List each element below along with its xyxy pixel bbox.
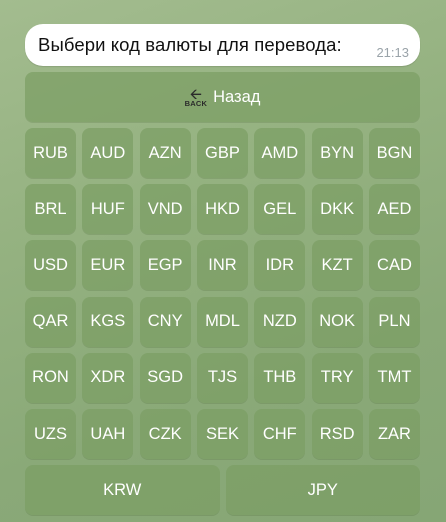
currency-button-huf[interactable]: HUF [82, 184, 134, 235]
currency-button-label: KGS [90, 312, 126, 331]
currency-button-label: GEL [263, 199, 297, 218]
message-time: 21:13 [376, 45, 409, 60]
currency-button-idr[interactable]: IDR [254, 240, 306, 291]
currency-button-label: NZD [262, 312, 297, 331]
currency-button-nok[interactable]: NOK [311, 296, 363, 347]
currency-button-sek[interactable]: SEK [196, 409, 248, 459]
currency-button-hkd[interactable]: HKD [196, 184, 248, 235]
chat-area: Выбери код валюты для перевода: 21:13 🡨 … [0, 0, 446, 522]
currency-button-czk[interactable]: CZK [139, 409, 191, 459]
currency-button-cny[interactable]: CNY [139, 296, 191, 347]
back-icon-text: BACK [184, 98, 208, 108]
currency-button-bgn[interactable]: BGN [368, 128, 420, 178]
currency-button-label: EGP [147, 255, 183, 274]
currency-button-label: BYN [320, 143, 355, 162]
currency-button-label: QAR [32, 312, 69, 331]
currency-button-label: DKK [320, 199, 355, 218]
currency-button-rsd[interactable]: RSD [311, 409, 363, 459]
message-text: Выбери код валюты для перевода: [38, 34, 342, 55]
currency-button-label: EUR [90, 255, 126, 274]
currency-button-label: UZS [34, 424, 67, 443]
currency-button-label: TRY [320, 368, 354, 387]
currency-button-usd[interactable]: USD [25, 240, 76, 291]
currency-button-dkk[interactable]: DKK [311, 184, 363, 235]
currency-button-label: HKD [205, 199, 240, 218]
currency-button-pln[interactable]: PLN [368, 296, 420, 347]
currency-button-brl[interactable]: BRL [25, 184, 76, 235]
currency-button-uah[interactable]: UAH [82, 409, 134, 459]
currency-button-label: MDL [205, 312, 240, 331]
currency-button-chf[interactable]: CHF [254, 409, 306, 459]
currency-button-label: PLN [378, 312, 411, 331]
currency-button-label: RUB [33, 143, 68, 162]
currency-button-aud[interactable]: AUD [82, 128, 134, 178]
currency-button-cad[interactable]: CAD [368, 240, 420, 291]
currency-button-label: BRL [34, 199, 67, 218]
currency-button-thb[interactable]: THB [254, 352, 306, 403]
currency-button-tmt[interactable]: TMT [368, 352, 420, 403]
currency-button-azn[interactable]: AZN [139, 128, 191, 178]
bot-message: Выбери код валюты для перевода: 21:13 [25, 24, 420, 66]
currency-button-ron[interactable]: RON [25, 352, 76, 403]
currency-button-label: RON [32, 368, 69, 387]
currency-button-qar[interactable]: QAR [25, 296, 76, 347]
currency-button-label: CNY [147, 312, 183, 331]
currency-button-egp[interactable]: EGP [139, 240, 191, 291]
currency-button-label: CHF [262, 424, 297, 443]
currency-button-aed[interactable]: AED [368, 184, 420, 235]
currency-button-vnd[interactable]: VND [139, 184, 191, 235]
currency-button-xdr[interactable]: XDR [82, 352, 134, 403]
currency-button-try[interactable]: TRY [311, 352, 363, 403]
currency-button-kzt[interactable]: KZT [311, 240, 363, 291]
currency-button-label: UAH [90, 424, 126, 443]
currency-button-label: CAD [377, 255, 412, 274]
currency-button-krw[interactable]: KRW [25, 465, 220, 516]
currency-button-label: AZN [148, 143, 182, 162]
currency-button-label: ZAR [377, 424, 411, 443]
currency-button-label: AED [377, 199, 412, 218]
currency-button-label: THB [263, 368, 297, 387]
currency-button-jpy[interactable]: JPY [225, 465, 420, 516]
currency-button-label: TJS [207, 368, 238, 387]
currency-button-label: GBP [205, 143, 240, 162]
currency-button-uzs[interactable]: UZS [25, 409, 76, 459]
currency-button-gbp[interactable]: GBP [196, 128, 248, 178]
currency-button-byn[interactable]: BYN [311, 128, 363, 178]
currency-button-gel[interactable]: GEL [254, 184, 306, 235]
currency-button-label: AMD [261, 143, 299, 162]
currency-button-rub[interactable]: RUB [25, 128, 76, 178]
currency-button-nzd[interactable]: NZD [254, 296, 306, 347]
currency-button-label: CZK [148, 424, 182, 443]
currency-button-sgd[interactable]: SGD [139, 352, 191, 403]
currency-button-label: USD [33, 255, 68, 274]
back-button[interactable]: 🡨 BACK Назад [25, 72, 420, 122]
currency-button-label: NOK [319, 312, 356, 331]
currency-button-label: INR [208, 255, 237, 274]
currency-button-tjs[interactable]: TJS [196, 352, 248, 403]
currency-button-kgs[interactable]: KGS [82, 296, 134, 347]
currency-button-eur[interactable]: EUR [82, 240, 134, 291]
currency-button-label: XDR [90, 368, 126, 387]
currency-button-label: AUD [90, 143, 126, 162]
currency-button-label: BGN [376, 143, 413, 162]
back-arrow-icon: 🡨 BACK [184, 85, 208, 108]
currency-button-label: RSD [319, 424, 355, 443]
currency-button-zar[interactable]: ZAR [368, 409, 420, 459]
currency-button-label: TMT [377, 368, 412, 387]
currency-button-amd[interactable]: AMD [254, 128, 306, 178]
currency-button-label: KZT [321, 255, 353, 274]
currency-button-mdl[interactable]: MDL [196, 296, 248, 347]
currency-button-label: SGD [147, 368, 184, 387]
currency-button-inr[interactable]: INR [196, 240, 248, 291]
currency-button-label: SEK [205, 424, 239, 443]
currency-button-label: JPY [307, 480, 338, 499]
back-button-label: Назад [213, 87, 261, 106]
currency-button-label: HUF [90, 199, 125, 218]
currency-button-label: IDR [265, 255, 295, 274]
currency-button-label: VND [147, 199, 183, 218]
currency-button-label: KRW [103, 480, 142, 499]
